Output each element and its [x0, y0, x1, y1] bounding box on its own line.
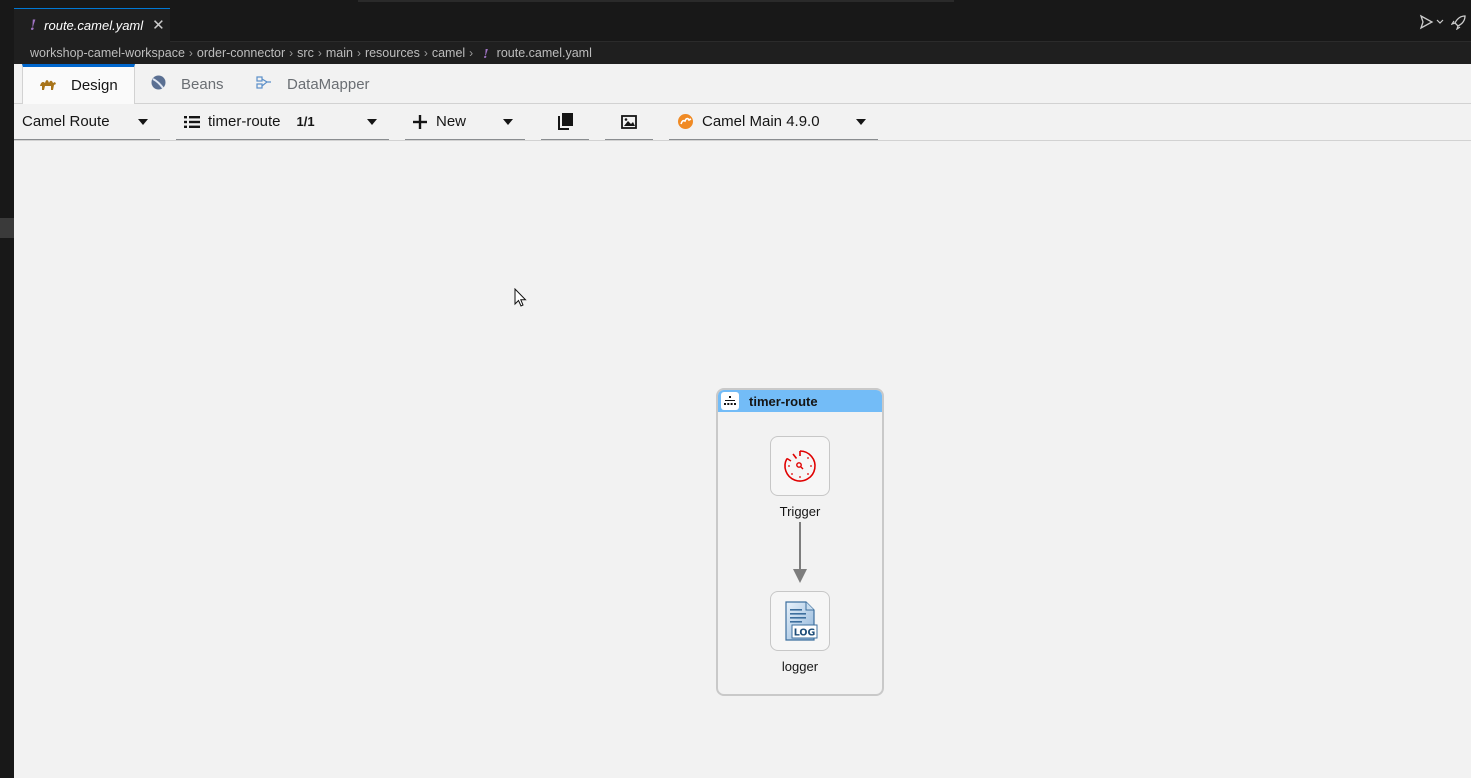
- integration-type-select[interactable]: Camel Route: [14, 104, 160, 140]
- chevron-right-icon: ›: [317, 46, 322, 60]
- editor-tab-bar: ! route.camel.yaml ✕: [14, 0, 1471, 42]
- canvas-toolbar: Camel Route timer-route 1/1 New Camel Ma…: [14, 104, 1471, 141]
- trigger-node-label: Trigger: [779, 504, 821, 519]
- chevron-right-icon: ›: [188, 46, 193, 60]
- activity-strip: [0, 0, 14, 778]
- export-image-button[interactable]: [605, 104, 653, 140]
- route-count: 1/1: [296, 114, 315, 129]
- chevron-right-icon: ›: [356, 46, 361, 60]
- camel-icon: [39, 76, 57, 96]
- route-header[interactable]: timer-route: [718, 390, 882, 412]
- breadcrumb-item[interactable]: workshop-camel-workspace: [30, 46, 185, 60]
- breadcrumb-item[interactable]: camel: [432, 46, 465, 60]
- breadcrumb-item[interactable]: main: [326, 46, 353, 60]
- caret-down-icon: [367, 119, 377, 125]
- run-icon[interactable]: [1419, 14, 1445, 33]
- deploy-rocket-icon[interactable]: [1450, 14, 1467, 33]
- list-icon: [184, 115, 200, 129]
- editor-actions: [1419, 14, 1467, 33]
- plus-icon: [413, 114, 427, 129]
- tab-datamapper[interactable]: DataMapper: [256, 64, 396, 104]
- editor-tab-label: route.camel.yaml: [44, 18, 144, 33]
- copy-icon: [557, 113, 573, 130]
- copy-button[interactable]: [541, 104, 589, 140]
- beans-icon: [150, 74, 167, 95]
- title-divider: [358, 0, 954, 2]
- caret-down-icon: [856, 119, 866, 125]
- tab-beans-label: Beans: [181, 75, 224, 93]
- chevron-right-icon: ›: [423, 46, 428, 60]
- route-group-icon: [721, 392, 739, 410]
- tab-beans[interactable]: Beans: [150, 64, 250, 104]
- camel-runtime-icon: [677, 113, 694, 130]
- log-icon: LOG: [782, 601, 818, 641]
- scroll-marker: [0, 218, 14, 238]
- tab-design-label: Design: [71, 77, 118, 94]
- breadcrumb-file[interactable]: route.camel.yaml: [497, 46, 592, 60]
- trigger-node[interactable]: [770, 436, 830, 496]
- editor-tab-route-yaml[interactable]: ! route.camel.yaml ✕: [14, 8, 170, 42]
- chevron-right-icon: ›: [289, 46, 294, 60]
- image-icon: [621, 114, 637, 129]
- caret-down-icon: [503, 119, 513, 125]
- timer-icon: [782, 448, 818, 484]
- breadcrumb-item[interactable]: order-connector: [197, 46, 285, 60]
- mouse-pointer-icon: [514, 288, 527, 307]
- vscode-window: ! route.camel.yaml ✕ workshop-camel-work…: [0, 0, 1471, 778]
- design-canvas[interactable]: timer-route Trigger LOG logger: [14, 141, 1471, 778]
- caret-down-icon: [138, 119, 148, 125]
- logger-node[interactable]: LOG: [770, 591, 830, 651]
- logger-node-label: logger: [781, 659, 819, 674]
- integration-type-label: Camel Route: [22, 113, 110, 130]
- runtime-select[interactable]: Camel Main 4.9.0: [669, 104, 878, 140]
- route-select[interactable]: timer-route 1/1: [176, 104, 389, 140]
- svg-text:LOG: LOG: [794, 628, 816, 639]
- tab-design[interactable]: Design: [22, 64, 135, 104]
- close-tab-icon[interactable]: ✕: [152, 18, 165, 33]
- datamapper-icon: [256, 75, 273, 94]
- tab-datamapper-label: DataMapper: [287, 75, 370, 93]
- breadcrumb-item[interactable]: resources: [365, 46, 420, 60]
- new-button-label: New: [436, 113, 467, 130]
- breadcrumb-item[interactable]: src: [297, 46, 314, 60]
- new-button[interactable]: New: [405, 104, 525, 140]
- chevron-right-icon: ›: [469, 46, 474, 60]
- route-container[interactable]: timer-route Trigger LOG logger: [716, 388, 884, 696]
- runtime-select-label: Camel Main 4.9.0: [702, 113, 820, 130]
- yaml-file-icon: !: [483, 45, 489, 61]
- kaoto-editor: Design Beans DataMapper Camel Route time…: [14, 64, 1471, 778]
- yaml-file-icon: !: [30, 17, 37, 34]
- breadcrumb: workshop-camel-workspace › order-connecto…: [14, 42, 1471, 64]
- view-tabs: Design Beans DataMapper: [14, 64, 1471, 104]
- route-select-label: timer-route: [208, 113, 281, 130]
- route-title: timer-route: [749, 393, 818, 409]
- edge-arrow: [793, 522, 807, 583]
